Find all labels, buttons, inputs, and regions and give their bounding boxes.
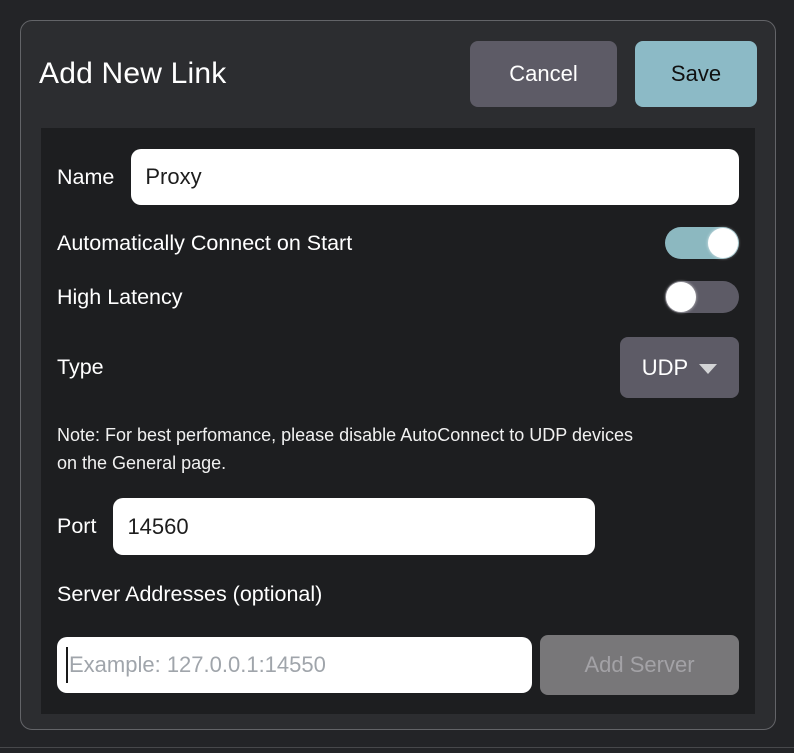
high-latency-label: High Latency xyxy=(57,285,665,310)
port-input[interactable] xyxy=(113,498,595,555)
auto-connect-row: Automatically Connect on Start xyxy=(57,227,739,259)
port-row: Port xyxy=(57,498,739,555)
high-latency-toggle[interactable] xyxy=(665,281,739,313)
toggle-knob xyxy=(708,228,738,258)
page-divider xyxy=(0,747,794,748)
cancel-button[interactable]: Cancel xyxy=(470,41,617,107)
add-new-link-dialog: Add New Link Cancel Save Name Automatica… xyxy=(20,20,776,730)
name-input[interactable] xyxy=(131,149,739,205)
link-settings-panel: Name Automatically Connect on Start High… xyxy=(41,128,755,714)
auto-connect-toggle[interactable] xyxy=(665,227,739,259)
toggle-knob xyxy=(666,282,696,312)
port-label: Port xyxy=(57,514,96,539)
type-row: Type UDP xyxy=(57,337,739,398)
header-buttons: Cancel Save xyxy=(470,41,757,107)
text-cursor xyxy=(66,647,68,683)
save-button[interactable]: Save xyxy=(635,41,757,107)
page-title: Add New Link xyxy=(39,57,470,91)
dialog-header: Add New Link Cancel Save xyxy=(39,41,757,107)
name-row: Name xyxy=(57,149,739,205)
auto-connect-label: Automatically Connect on Start xyxy=(57,231,665,256)
udp-note-text: Note: For best perfomance, please disabl… xyxy=(57,421,647,477)
high-latency-row: High Latency xyxy=(57,281,739,313)
server-address-input[interactable] xyxy=(57,637,532,693)
type-dropdown-value: UDP xyxy=(642,355,688,381)
type-label: Type xyxy=(57,355,620,380)
name-label: Name xyxy=(57,165,114,190)
type-dropdown[interactable]: UDP xyxy=(620,337,739,398)
server-row: Add Server xyxy=(57,635,739,695)
chevron-down-icon xyxy=(699,364,717,374)
server-addresses-label: Server Addresses (optional) xyxy=(57,582,739,607)
add-server-button[interactable]: Add Server xyxy=(540,635,739,695)
server-input-wrap xyxy=(57,637,532,693)
